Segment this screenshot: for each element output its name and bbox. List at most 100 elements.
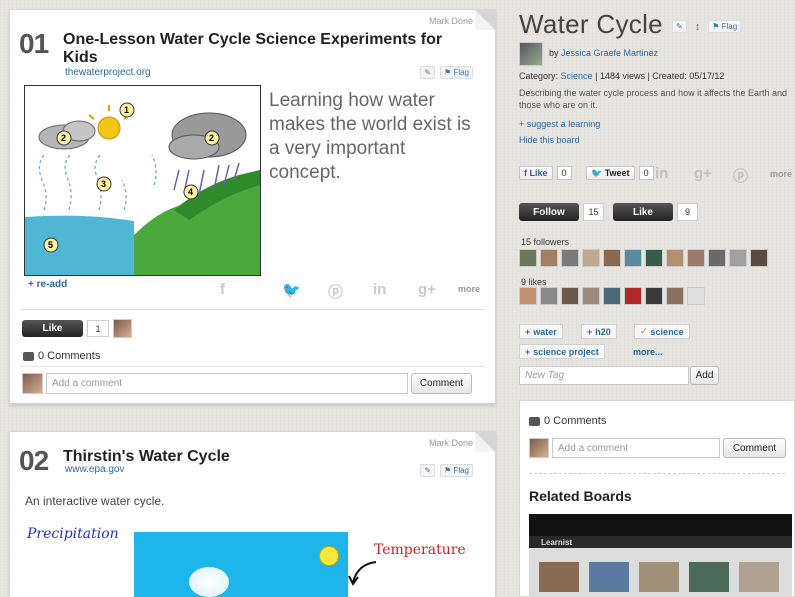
tag-label: h20 — [595, 326, 611, 337]
cloud-icon — [189, 567, 229, 597]
card-description: An interactive water cycle. — [25, 494, 165, 508]
author-avatar[interactable] — [519, 42, 543, 66]
suggest-learning-link[interactable]: + suggest a learning — [519, 119, 600, 129]
pinterest-icon[interactable]: ⓟ — [733, 165, 748, 186]
reorder-icon[interactable]: ↕ — [692, 20, 704, 33]
hide-board-link[interactable]: Hide this board — [519, 135, 580, 145]
tweet-label: Tweet — [604, 168, 630, 178]
svg-text:2: 2 — [209, 133, 214, 143]
readd-link[interactable]: + re-add — [28, 279, 67, 290]
divider — [20, 366, 485, 367]
more-share-link[interactable]: more — [770, 169, 792, 179]
tag-water[interactable]: + water — [519, 324, 563, 339]
water-cycle-illustration[interactable]: 1 2 2 3 4 5 — [24, 85, 261, 276]
followers-label: 15 followers — [521, 237, 570, 247]
follower-avatar[interactable] — [645, 249, 663, 267]
svg-text:1: 1 — [124, 105, 129, 115]
comment-bubble-icon — [529, 416, 540, 426]
fb-like-label: Like — [529, 168, 548, 178]
precipitation-label: Precipitation — [27, 526, 119, 542]
facebook-like-button[interactable]: f Like — [519, 166, 553, 180]
related-boards-title: Related Boards — [529, 488, 632, 504]
comment-input[interactable]: Add a comment — [46, 373, 408, 394]
tag-label: science project — [533, 346, 599, 357]
liker-avatar[interactable] — [561, 287, 579, 305]
follower-avatar[interactable] — [687, 249, 705, 267]
follower-avatar[interactable] — [519, 249, 537, 267]
liker-avatar[interactable] — [645, 287, 663, 305]
tag-science[interactable]: ✓ science — [634, 324, 690, 339]
follower-avatar[interactable] — [729, 249, 747, 267]
sun-icon — [319, 546, 339, 566]
facebook-like-count: 0 — [556, 166, 572, 180]
more-tags-link[interactable]: more... — [633, 347, 663, 357]
add-tag-button[interactable]: Add — [690, 366, 719, 385]
flag-button[interactable]: ⚑ Flag — [440, 66, 473, 79]
liker-avatar[interactable] — [603, 287, 621, 305]
by-label: by — [549, 48, 559, 58]
board-description: Describing the water cycle process and h… — [519, 88, 787, 110]
comment-input[interactable]: Add a comment — [552, 438, 720, 458]
new-tag-input[interactable]: New Tag — [519, 366, 689, 385]
facebook-icon[interactable]: f — [220, 281, 225, 298]
follower-avatar[interactable] — [582, 249, 600, 267]
flag-button[interactable]: ⚑ Flag — [708, 20, 742, 33]
follow-button[interactable]: Follow — [519, 203, 579, 221]
card-source-link[interactable]: www.epa.gov — [65, 464, 124, 475]
learning-card-2: Mark Done 02 Thirstin's Water Cycle www.… — [9, 431, 496, 597]
liker-avatar[interactable] — [666, 287, 684, 305]
liker-avatar[interactable] — [624, 287, 642, 305]
liker-avatar[interactable] — [582, 287, 600, 305]
tag-science-project[interactable]: + science project — [519, 344, 605, 359]
twitter-icon[interactable]: 🐦 — [282, 281, 301, 299]
liker-avatar[interactable] — [519, 287, 537, 305]
more-share-link[interactable]: more — [458, 284, 480, 294]
flag-button[interactable]: ⚑ Flag — [440, 464, 473, 477]
corner-fold-icon[interactable] — [475, 432, 495, 452]
comment-button[interactable]: Comment — [723, 438, 786, 458]
comment-button[interactable]: Comment — [411, 373, 472, 394]
follower-avatar[interactable] — [624, 249, 642, 267]
corner-fold-icon[interactable] — [475, 10, 495, 30]
follower-avatar[interactable] — [561, 249, 579, 267]
category-prefix: Category: — [519, 71, 559, 81]
comments-label: 0 Comments — [38, 350, 101, 362]
learning-card-1: Mark Done 01 One-Lesson Water Cycle Scie… — [9, 9, 496, 404]
googleplus-icon[interactable]: g+ — [418, 281, 436, 298]
board-like-button[interactable]: Like — [613, 203, 673, 221]
check-icon: ✓ — [640, 326, 648, 336]
tag-h20[interactable]: + h20 — [581, 324, 617, 339]
mark-done-link[interactable]: Mark Done — [429, 438, 473, 448]
comment-bubble-icon — [23, 351, 34, 361]
author-link[interactable]: Jessica Graefe Martinez — [561, 48, 658, 58]
board-comments-panel: 0 Comments Add a comment Comment Related… — [519, 400, 795, 597]
temperature-label: Temperature — [374, 542, 466, 558]
follower-avatar[interactable] — [540, 249, 558, 267]
linkedin-icon[interactable]: in — [373, 281, 386, 298]
card-source-link[interactable]: thewaterproject.org — [65, 67, 151, 78]
edit-icon[interactable]: ✎ — [672, 20, 687, 33]
card-title[interactable]: One-Lesson Water Cycle Science Experimen… — [63, 31, 463, 67]
follower-avatar[interactable] — [666, 249, 684, 267]
liker-avatar[interactable] — [540, 287, 558, 305]
follower-avatar[interactable] — [603, 249, 621, 267]
mark-done-link[interactable]: Mark Done — [429, 16, 473, 26]
like-button[interactable]: Like — [22, 320, 83, 337]
linkedin-icon[interactable]: in — [655, 165, 668, 182]
tweet-button[interactable]: 🐦 Tweet — [586, 166, 635, 180]
liker-avatar[interactable] — [113, 319, 132, 338]
related-board-thumbnail[interactable]: Learnist — [529, 514, 792, 597]
user-avatar — [529, 438, 549, 458]
default-avatar-icon[interactable] — [687, 287, 705, 305]
follower-avatar[interactable] — [750, 249, 768, 267]
svg-text:5: 5 — [48, 240, 53, 250]
googleplus-icon[interactable]: g+ — [694, 165, 712, 182]
follower-avatar[interactable] — [708, 249, 726, 267]
pinterest-icon[interactable]: ⓟ — [328, 281, 343, 302]
facebook-like-widget: f Like 0 — [519, 166, 572, 180]
water-cycle-image[interactable] — [134, 532, 348, 597]
board-title: Water Cycle — [519, 9, 663, 39]
edit-icon[interactable]: ✎ — [420, 464, 436, 477]
category-link[interactable]: Science — [561, 71, 593, 81]
edit-icon[interactable]: ✎ — [420, 66, 436, 79]
